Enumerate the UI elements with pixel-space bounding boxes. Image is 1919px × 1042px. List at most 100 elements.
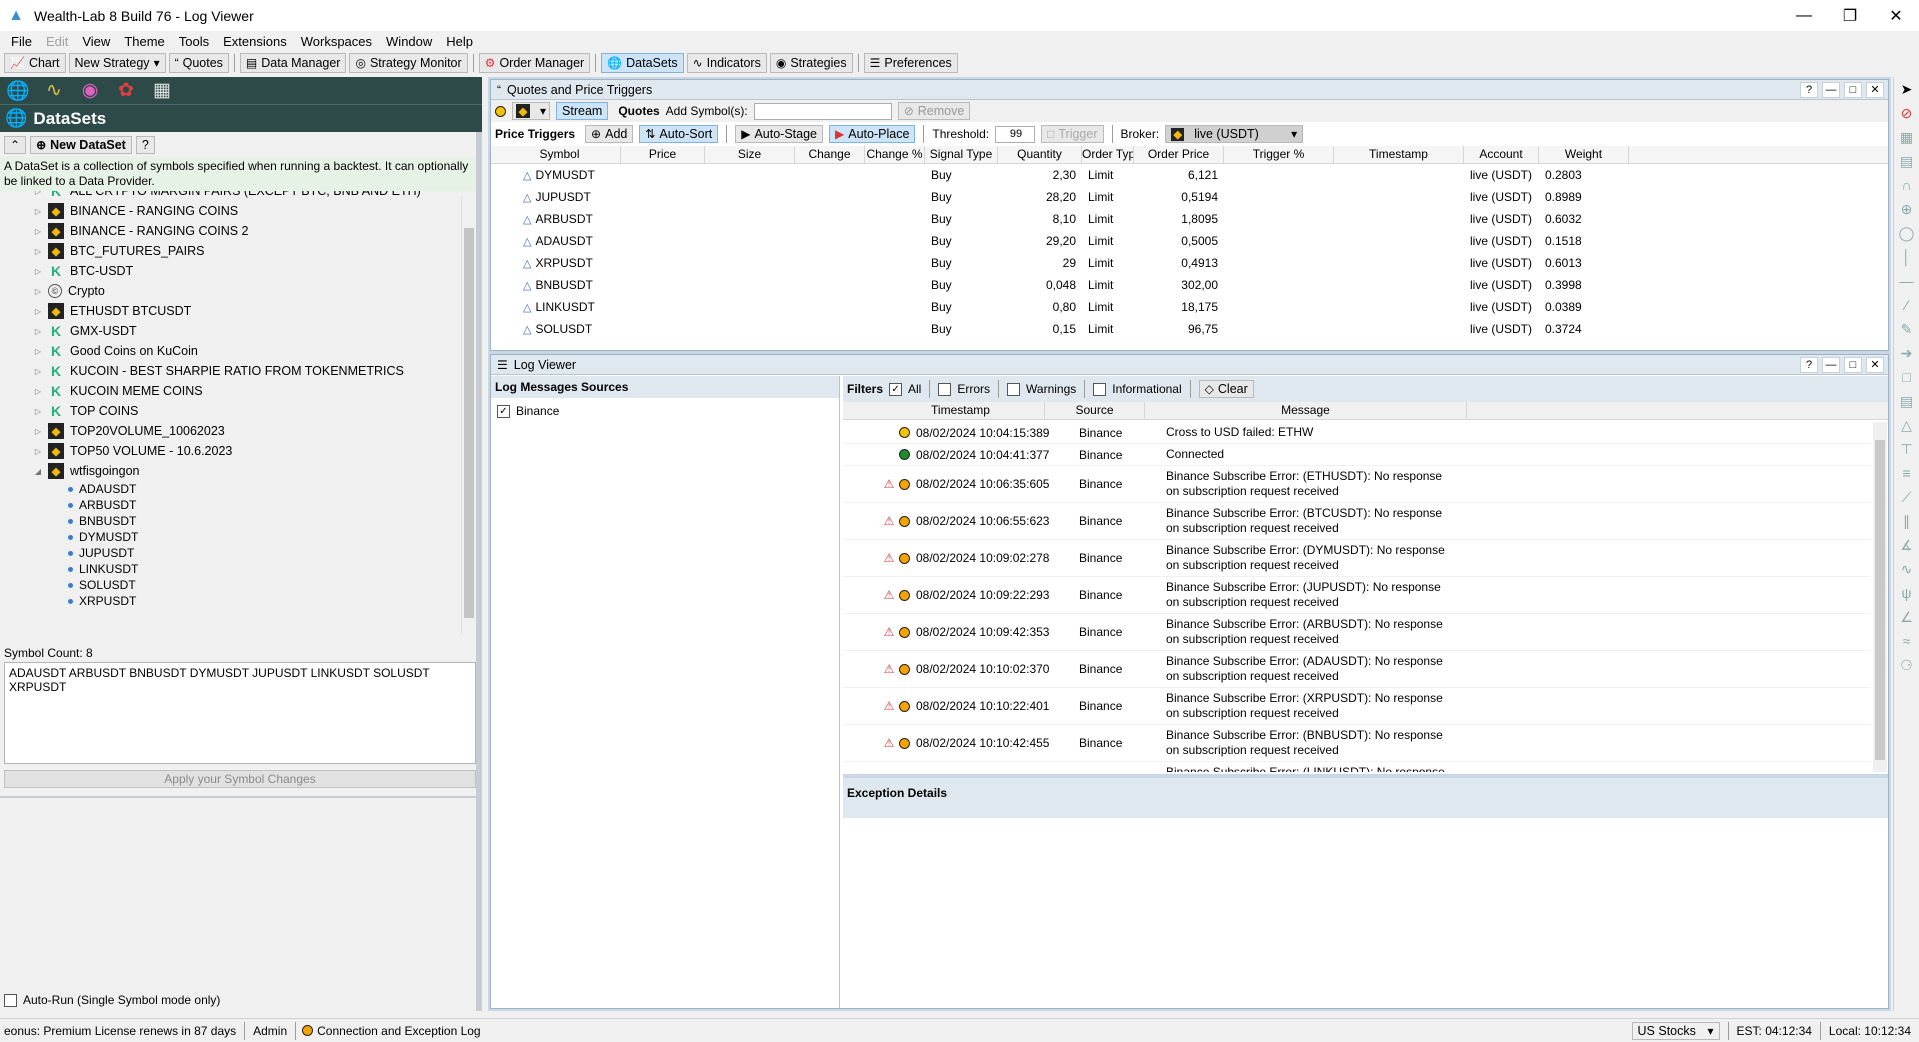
stream-button[interactable]: Stream: [556, 102, 609, 120]
tree-item[interactable]: ▷ K KUCOIN MEME COINS: [4, 381, 460, 401]
col-weight[interactable]: Weight: [1539, 146, 1629, 163]
warnings-checkbox[interactable]: [1007, 382, 1021, 396]
vertical-line-icon[interactable]: │: [1894, 245, 1919, 269]
source-binance[interactable]: ✓ Binance: [491, 398, 839, 424]
tree-child-item[interactable]: BNBUSDT: [4, 513, 460, 529]
table-row[interactable]: △ XRPUSDT Buy 29 Limit 0,4913 live (USDT) 0.601…: [491, 252, 1888, 274]
log-row[interactable]: ⚠ 08/02/2024 10:09:42:353 Binance Binance S…: [843, 614, 1871, 651]
collapsed-arrow-icon[interactable]: ▷: [32, 327, 44, 336]
col-size[interactable]: Size: [705, 146, 795, 163]
menu-edit[interactable]: Edit: [39, 34, 75, 49]
market-dropdown[interactable]: US Stocks ▾: [1631, 1021, 1720, 1040]
collapsed-arrow-icon[interactable]: ▷: [32, 207, 44, 216]
regression-icon[interactable]: ≈: [1894, 629, 1919, 653]
tree-item[interactable]: ▷ ◆ ETHUSDT BTCUSDT: [4, 301, 460, 321]
trend-line-icon[interactable]: ∕: [1894, 293, 1919, 317]
auto-sort-button[interactable]: ⇅ Auto-Sort: [639, 125, 719, 143]
collapsed-arrow-icon[interactable]: ▷: [32, 447, 44, 456]
menu-help[interactable]: Help: [439, 34, 480, 49]
add-trigger-button[interactable]: ⊕ Add: [585, 125, 634, 143]
collapsed-arrow-icon[interactable]: ▷: [32, 247, 44, 256]
collapsed-arrow-icon[interactable]: ▷: [32, 407, 44, 416]
tree-scrollbar[interactable]: [461, 196, 476, 634]
col-account[interactable]: Account: [1464, 146, 1539, 163]
log-row[interactable]: ⚠ 08/02/2024 10:10:22:401 Binance Binance S…: [843, 688, 1871, 725]
strategies-button[interactable]: ◉ Strategies: [769, 53, 853, 73]
globe-icon[interactable]: 🌐: [6, 79, 30, 103]
all-checkbox[interactable]: ✓: [889, 382, 903, 396]
brain-icon[interactable]: ◉: [78, 79, 102, 102]
pencil-icon[interactable]: ✎: [1894, 317, 1919, 341]
wave-icon[interactable]: ∿: [42, 79, 66, 102]
panel-maximize-button[interactable]: □: [1844, 356, 1862, 373]
log-row[interactable]: ⚠ 08/02/2024 10:09:22:293 Binance Binance S…: [843, 577, 1871, 614]
tree-item[interactable]: ▷ K Good Coins on KuCoin: [4, 341, 460, 361]
log-row[interactable]: 08/02/2024 10:04:15:389 Binance Cross to U…: [843, 422, 1871, 444]
tree-child-item[interactable]: SOLUSDT: [4, 577, 460, 593]
indicators-button[interactable]: ∿ Indicators: [686, 53, 767, 73]
table-row[interactable]: △ JUPUSDT Buy 28,20 Limit 0,5194 live (USDT) 0.…: [491, 186, 1888, 208]
cursor-icon[interactable]: ➤: [1894, 77, 1919, 101]
speed-lines-icon[interactable]: ⟋: [1894, 485, 1919, 509]
log-col-source[interactable]: Source: [1045, 402, 1145, 419]
col-trigger-[interactable]: Trigger %: [1224, 146, 1334, 163]
table-row[interactable]: △ DYMUSDT Buy 2,30 Limit 6,121 live (USDT) 0.28…: [491, 164, 1888, 186]
gann-icon[interactable]: ∠: [1894, 605, 1919, 629]
log-row[interactable]: ⚠ 08/02/2024 10:10:42:455 Binance Binance S…: [843, 725, 1871, 762]
collapsed-arrow-icon[interactable]: ▷: [32, 427, 44, 436]
preferences-button[interactable]: ☰ Preferences: [863, 53, 958, 73]
calendar-icon[interactable]: ▤: [1894, 149, 1919, 173]
tree-child-item[interactable]: ADAUSDT: [4, 481, 460, 497]
grid-icon[interactable]: ▦: [1894, 125, 1919, 149]
trigger-button[interactable]: □ Trigger: [1041, 125, 1104, 143]
expanded-arrow-icon[interactable]: ◢: [32, 467, 44, 476]
fib-icon[interactable]: ⊤: [1894, 437, 1919, 461]
tree-child-item[interactable]: JUPUSDT: [4, 545, 460, 561]
pitchfork-icon[interactable]: ψ: [1894, 581, 1919, 605]
menu-extensions[interactable]: Extensions: [216, 34, 294, 49]
menu-window[interactable]: Window: [379, 34, 439, 49]
triangle-icon[interactable]: △: [1894, 413, 1919, 437]
auto-stage-button[interactable]: ▶ Auto-Stage: [735, 125, 824, 143]
col-order-price[interactable]: Order Price: [1134, 146, 1224, 163]
tree-item[interactable]: ▷ ◆ TOP20VOLUME_10062023: [4, 421, 460, 441]
cycle-icon[interactable]: ⚆: [1894, 653, 1919, 677]
broker-dropdown[interactable]: ◆ live (USDT) ▾: [1165, 125, 1304, 143]
col-quantity[interactable]: Quantity: [998, 146, 1082, 163]
col-signal-type[interactable]: Signal Type: [925, 146, 998, 163]
col-price[interactable]: Price: [621, 146, 705, 163]
magnet-icon[interactable]: ∩: [1894, 173, 1919, 197]
clear-button[interactable]: ◇ Clear: [1198, 380, 1254, 398]
log-col-message[interactable]: Message: [1145, 402, 1467, 419]
source-checkbox[interactable]: ✓: [497, 404, 510, 418]
collapsed-arrow-icon[interactable]: ▷: [32, 191, 44, 196]
panel-help-button[interactable]: ?: [1800, 356, 1818, 373]
chart-button[interactable]: 📈 Chart: [4, 53, 66, 73]
informational-checkbox[interactable]: [1093, 382, 1107, 396]
apply-symbol-changes-button[interactable]: Apply your Symbol Changes: [4, 770, 476, 788]
scrollbar-thumb[interactable]: [1875, 440, 1885, 760]
fan-icon[interactable]: ∡: [1894, 533, 1919, 557]
tree-item[interactable]: ▷ K TOP COINS: [4, 401, 460, 421]
levels-icon[interactable]: ≡: [1894, 461, 1919, 485]
collapsed-arrow-icon[interactable]: ▷: [32, 387, 44, 396]
collapsed-arrow-icon[interactable]: ▷: [32, 227, 44, 236]
tree-item[interactable]: ▷ K KUCOIN - BEST SHARPIE RATIO FROM TOKEN…: [4, 361, 460, 381]
panel-close-button[interactable]: ✕: [1866, 81, 1884, 98]
log-col-timestamp[interactable]: Timestamp: [877, 402, 1045, 419]
remove-button[interactable]: ⊘ Remove: [897, 102, 971, 120]
errors-checkbox[interactable]: [938, 382, 952, 396]
panel-maximize-button[interactable]: □: [1844, 81, 1862, 98]
scrollbar-thumb[interactable]: [464, 228, 474, 618]
threshold-input[interactable]: 99: [995, 125, 1036, 143]
panel-minimize-button[interactable]: —: [1822, 356, 1840, 373]
autorun-checkbox[interactable]: [4, 993, 17, 1007]
menu-tools[interactable]: Tools: [172, 34, 216, 49]
menu-file[interactable]: File: [4, 34, 39, 49]
tree-child-item[interactable]: DYMUSDT: [4, 529, 460, 545]
table-row[interactable]: △ LINKUSDT Buy 0,80 Limit 18,175 live (USDT) 0.…: [491, 296, 1888, 318]
new-dataset-button[interactable]: ⊕ New DataSet: [30, 136, 132, 154]
auto-place-button[interactable]: ▶ Auto-Place: [829, 125, 916, 143]
log-row[interactable]: ⚠ 08/02/2024 10:06:55:623 Binance Binance S…: [843, 503, 1871, 540]
tree-item[interactable]: ▷ ◆ TOP50 VOLUME - 10.6.2023: [4, 441, 460, 461]
